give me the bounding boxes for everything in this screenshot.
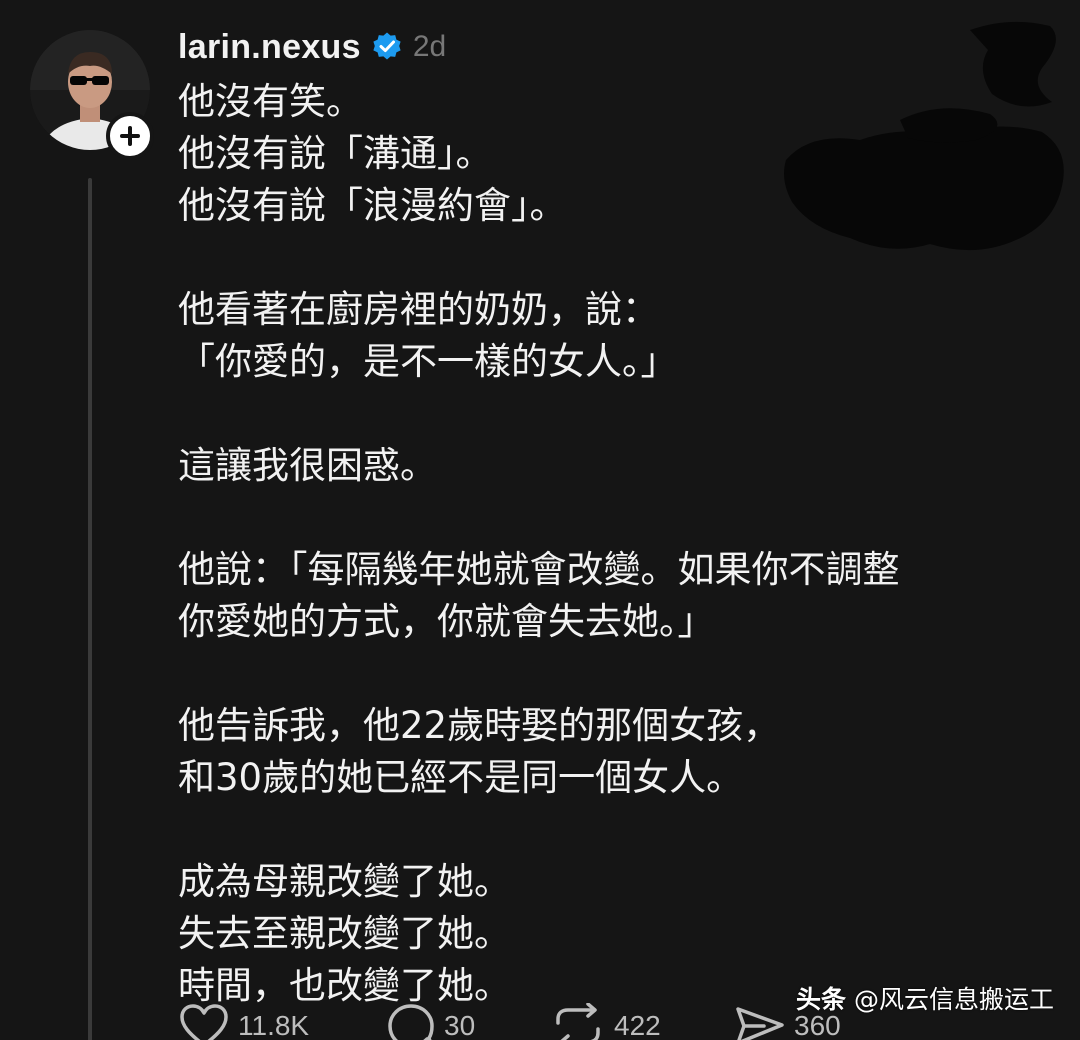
watermark-handle: @风云信息搬运工 bbox=[853, 985, 1054, 1014]
heart-icon bbox=[180, 1004, 228, 1040]
post-line: 和30歲的她已經不是同一個女人。 bbox=[178, 756, 744, 799]
post-line: 他看著在廚房裡的奶奶，說： bbox=[178, 288, 659, 331]
post-line: 這讓我很困惑。 bbox=[178, 444, 437, 487]
post-line: 他沒有說「浪漫約會」。 bbox=[178, 184, 567, 227]
repost-count: 422 bbox=[614, 1010, 661, 1040]
like-button[interactable]: 11.8K bbox=[178, 1003, 309, 1040]
post-line: 他告訴我，他22歲時娶的那個女孩， bbox=[178, 704, 781, 747]
repost-button[interactable]: 422 bbox=[550, 1003, 661, 1040]
post-text: 他沒有笑。 他沒有說「溝通」。 他沒有說「浪漫約會」。 他看著在廚房裡的奶奶，說… bbox=[178, 76, 1068, 1012]
verified-badge-icon bbox=[373, 32, 401, 60]
post-line: 他沒有說「溝通」。 bbox=[178, 132, 493, 175]
post-line: 成為母親改變了她。 bbox=[178, 860, 511, 903]
follow-button[interactable] bbox=[106, 112, 154, 160]
post-header: larin.nexus 2d bbox=[178, 22, 446, 72]
reply-button[interactable]: 30 bbox=[386, 1003, 475, 1040]
like-count: 11.8K bbox=[238, 1010, 310, 1040]
repost-icon bbox=[556, 1003, 600, 1040]
post-line: 他沒有笑。 bbox=[178, 80, 363, 123]
post-line: 你愛她的方式，你就會失去她。」 bbox=[178, 600, 715, 643]
watermark-brand: 头条 bbox=[795, 985, 846, 1014]
username[interactable]: larin.nexus bbox=[178, 28, 361, 67]
comment-icon bbox=[388, 1004, 434, 1040]
post-line: 「你愛的，是不一樣的女人。」 bbox=[178, 340, 678, 383]
thread-line bbox=[88, 178, 92, 1040]
watermark: 头条 @风云信息搬运工 bbox=[796, 980, 1054, 1016]
send-icon bbox=[736, 1007, 784, 1040]
timestamp: 2d bbox=[412, 30, 447, 63]
post-line: 他說：「每隔幾年她就會改變。如果你不調整 bbox=[178, 548, 900, 591]
screenshot: larin.nexus 2d 他沒有笑。 他沒有說「溝通」。 他沒有說「浪漫約會… bbox=[0, 0, 1080, 1040]
plus-icon bbox=[120, 126, 140, 146]
reply-count: 30 bbox=[444, 1010, 476, 1040]
post-line: 失去至親改變了她。 bbox=[178, 912, 511, 955]
